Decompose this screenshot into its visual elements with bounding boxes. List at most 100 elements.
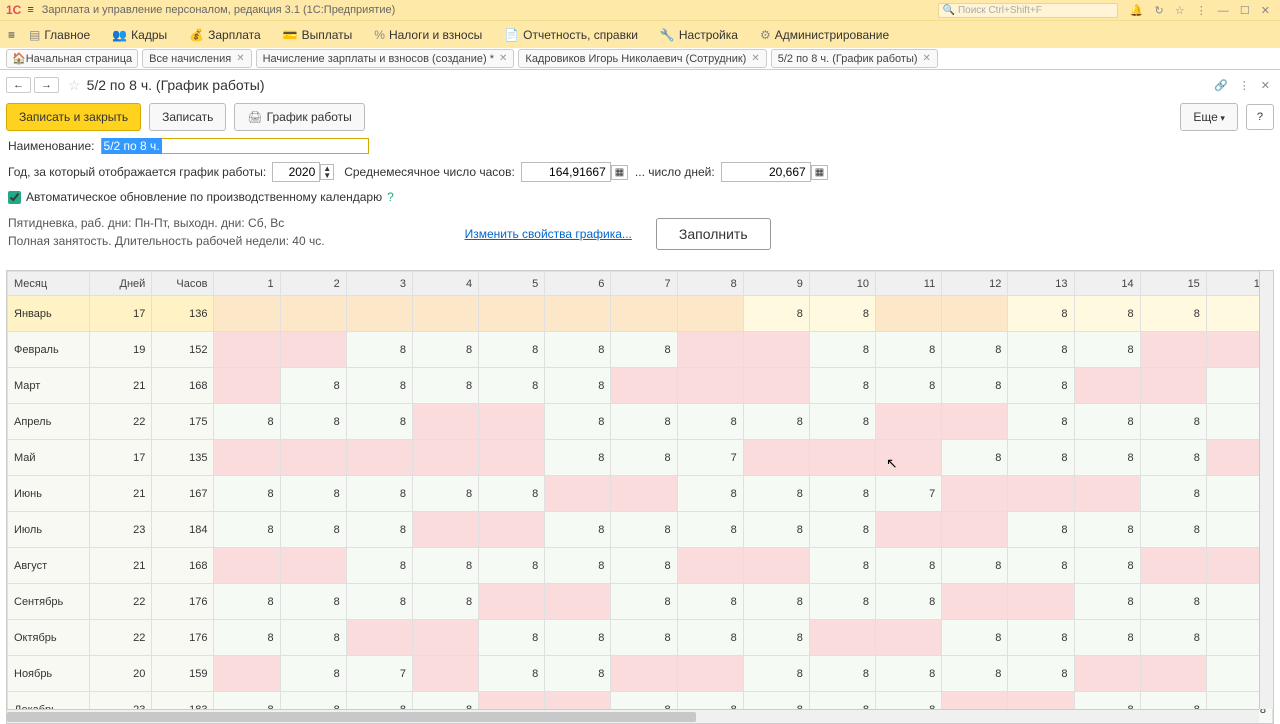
close-icon[interactable]: ✕ (751, 53, 759, 64)
cell-day[interactable]: 8 (1140, 476, 1206, 512)
back-button[interactable]: ← (6, 77, 31, 93)
cell-day[interactable] (611, 656, 677, 692)
cell-day[interactable]: 8 (743, 512, 809, 548)
schedule-grid[interactable]: МесяцДнейЧасов12345678910111213141516 Ян… (6, 270, 1274, 724)
col-day-3[interactable]: 3 (346, 272, 412, 296)
avg-days-input[interactable] (721, 162, 811, 182)
cell-day[interactable]: 8 (677, 512, 743, 548)
cell-day[interactable] (876, 620, 942, 656)
cell-day[interactable]: 8 (545, 620, 611, 656)
cell-day[interactable]: 8 (1008, 296, 1074, 332)
cell-day[interactable] (412, 620, 478, 656)
cell-day[interactable] (280, 548, 346, 584)
cell-day[interactable]: 8 (611, 440, 677, 476)
cell-day[interactable]: 8 (942, 548, 1008, 584)
search-input[interactable]: 🔍 Поиск Ctrl+Shift+F (938, 3, 1118, 18)
cell-day[interactable]: 8 (876, 584, 942, 620)
cell-day[interactable] (1074, 368, 1140, 404)
cell-day[interactable] (479, 440, 545, 476)
cell-day[interactable] (942, 404, 1008, 440)
row-Март[interactable]: Март211688888888888 (8, 368, 1273, 404)
cell-day[interactable] (942, 512, 1008, 548)
minimize-icon[interactable]: — (1218, 5, 1229, 17)
cell-day[interactable]: 7 (876, 476, 942, 512)
close-page-icon[interactable]: ✕ (1261, 80, 1270, 92)
col-day-9[interactable]: 9 (743, 272, 809, 296)
auto-update-checkbox[interactable] (8, 191, 21, 204)
cell-day[interactable]: 8 (346, 404, 412, 440)
menu-Настройка[interactable]: 🔧Настройка (660, 28, 738, 42)
cell-day[interactable] (1140, 368, 1206, 404)
cell-day[interactable] (677, 368, 743, 404)
cell-day[interactable] (677, 332, 743, 368)
cell-day[interactable]: 8 (809, 368, 875, 404)
cell-day[interactable]: 8 (1008, 440, 1074, 476)
calc-icon[interactable]: ▦ (611, 165, 628, 180)
save-button[interactable]: Записать (149, 103, 226, 131)
cell-day[interactable]: 8 (412, 584, 478, 620)
cell-day[interactable]: 8 (876, 368, 942, 404)
cell-day[interactable] (611, 476, 677, 512)
cell-day[interactable] (1140, 332, 1206, 368)
link-icon[interactable]: 🔗 (1214, 80, 1228, 92)
menu-Главное[interactable]: ▤Главное (29, 28, 90, 42)
cell-day[interactable] (743, 368, 809, 404)
cell-day[interactable]: 8 (346, 332, 412, 368)
cell-day[interactable]: 8 (280, 620, 346, 656)
menu-Кадры[interactable]: 👥Кадры (112, 28, 167, 42)
cell-day[interactable] (479, 584, 545, 620)
cell-day[interactable]: 8 (545, 404, 611, 440)
cell-day[interactable] (479, 296, 545, 332)
cell-day[interactable]: 8 (611, 512, 677, 548)
options-icon[interactable]: ⋮ (1239, 80, 1250, 92)
cell-day[interactable] (1008, 584, 1074, 620)
cell-day[interactable]: 8 (743, 296, 809, 332)
cell-day[interactable]: 8 (1008, 368, 1074, 404)
cell-day[interactable]: 8 (346, 584, 412, 620)
cell-day[interactable]: 8 (545, 548, 611, 584)
cell-month[interactable]: Февраль (8, 332, 90, 368)
row-Май[interactable]: Май171358878888 (8, 440, 1273, 476)
cell-day[interactable]: 8 (280, 404, 346, 440)
cell-day[interactable]: 8 (479, 332, 545, 368)
cell-day[interactable] (545, 584, 611, 620)
cell-day[interactable]: 8 (677, 584, 743, 620)
fill-button[interactable]: Заполнить (656, 218, 771, 250)
row-Октябрь[interactable]: Октябрь22176888888888888 (8, 620, 1273, 656)
close-icon[interactable]: ✕ (923, 53, 931, 64)
cell-day[interactable] (412, 512, 478, 548)
cell-month[interactable]: Июль (8, 512, 90, 548)
row-Август[interactable]: Август211688888888888 (8, 548, 1273, 584)
cell-day[interactable] (876, 296, 942, 332)
cell-day[interactable] (942, 296, 1008, 332)
cell-month[interactable]: Ноябрь (8, 656, 90, 692)
cell-day[interactable]: 8 (876, 332, 942, 368)
calc-icon-2[interactable]: ▦ (811, 165, 828, 180)
col-day-10[interactable]: 10 (809, 272, 875, 296)
maximize-icon[interactable]: ☐ (1240, 5, 1250, 17)
cell-day[interactable] (412, 440, 478, 476)
cell-day[interactable]: 8 (743, 584, 809, 620)
col-day-8[interactable]: 8 (677, 272, 743, 296)
print-button[interactable]: 🖨График работы (234, 103, 364, 131)
cell-day[interactable]: 8 (809, 332, 875, 368)
cell-day[interactable]: 8 (743, 656, 809, 692)
menu-Выплаты[interactable]: 💳Выплаты (283, 28, 353, 42)
cell-day[interactable] (1074, 656, 1140, 692)
cell-day[interactable]: 8 (809, 548, 875, 584)
help-button[interactable]: ? (1246, 104, 1274, 130)
cell-day[interactable] (346, 296, 412, 332)
col-day-7[interactable]: 7 (611, 272, 677, 296)
cell-day[interactable]: 8 (346, 368, 412, 404)
cell-day[interactable] (280, 296, 346, 332)
cell-day[interactable]: 8 (809, 656, 875, 692)
cell-day[interactable]: 8 (876, 548, 942, 584)
cell-day[interactable] (876, 440, 942, 476)
cell-day[interactable] (479, 512, 545, 548)
cell-day[interactable] (214, 656, 280, 692)
cell-day[interactable] (1074, 476, 1140, 512)
cell-day[interactable] (412, 656, 478, 692)
cell-day[interactable]: 8 (346, 548, 412, 584)
cell-day[interactable] (809, 620, 875, 656)
cell-day[interactable] (611, 368, 677, 404)
